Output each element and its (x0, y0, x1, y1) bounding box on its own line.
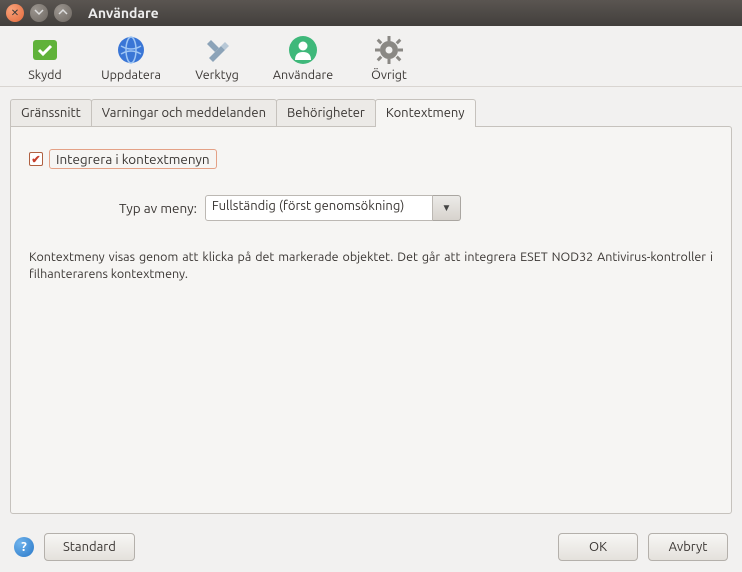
tab-granssnitt[interactable]: Gränssnitt (10, 99, 92, 127)
chevron-down-icon (34, 7, 44, 19)
toolbar-item-skydd[interactable]: Skydd (14, 34, 76, 82)
menu-type-value: Fullständig (först genomsökning) (205, 195, 433, 221)
integrate-checkbox[interactable]: ✔ (29, 152, 43, 166)
tab-kontextmeny[interactable]: Kontextmeny (375, 99, 476, 127)
toolbar: Skydd Uppdatera Verktyg Användare Övrigt (0, 26, 742, 87)
toolbar-label: Användare (273, 68, 333, 82)
tab-varningar[interactable]: Varningar och meddelanden (91, 99, 277, 127)
menu-type-label: Typ av meny: (119, 200, 197, 216)
toolbar-label: Uppdatera (101, 68, 161, 82)
help-icon: ? (21, 540, 27, 554)
toolbar-item-uppdatera[interactable]: Uppdatera (100, 34, 162, 82)
toolbar-label: Övrigt (371, 68, 407, 82)
tabs: Gränssnitt Varningar och meddelanden Beh… (10, 99, 732, 127)
window-minimize-button[interactable] (30, 4, 48, 22)
toolbar-item-verktyg[interactable]: Verktyg (186, 34, 248, 82)
window-maximize-button[interactable] (54, 4, 72, 22)
ok-button[interactable]: OK (558, 533, 638, 561)
tab-panel-kontextmeny: ✔ Integrera i kontextmenyn Typ av meny: … (10, 126, 732, 514)
standard-button[interactable]: Standard (44, 533, 135, 561)
checkmark-icon: ✔ (31, 153, 40, 166)
window-title: Användare (88, 5, 159, 21)
tab-behorigheter[interactable]: Behörigheter (276, 99, 376, 127)
titlebar: ✕ Användare (0, 0, 742, 26)
menu-type-row: Typ av meny: Fullständig (först genomsök… (119, 195, 713, 221)
cancel-button[interactable]: Avbryt (648, 533, 728, 561)
toolbar-item-ovrigt[interactable]: Övrigt (358, 34, 420, 82)
toolbar-item-anvandare[interactable]: Användare (272, 34, 334, 82)
tools-icon (201, 34, 233, 66)
globe-icon (115, 34, 147, 66)
help-button[interactable]: ? (14, 537, 34, 557)
toolbar-label: Skydd (28, 68, 62, 82)
contextmenu-description: Kontextmeny visas genom att klicka på de… (29, 249, 713, 283)
gear-icon (373, 34, 405, 66)
footer: ? Standard OK Avbryt (0, 525, 742, 569)
menu-type-combobox[interactable]: Fullständig (först genomsökning) ▼ (205, 195, 461, 221)
window-close-button[interactable]: ✕ (6, 4, 24, 22)
integrate-checkbox-label: Integrera i kontextmenyn (49, 149, 217, 169)
user-icon (287, 34, 319, 66)
integrate-checkbox-row: ✔ Integrera i kontextmenyn (29, 149, 713, 169)
shield-icon (29, 34, 61, 66)
triangle-down-icon: ▼ (441, 202, 451, 214)
toolbar-label: Verktyg (195, 68, 239, 82)
close-icon: ✕ (11, 7, 19, 19)
menu-type-dropdown-button[interactable]: ▼ (433, 195, 461, 221)
chevron-up-icon (58, 7, 68, 19)
